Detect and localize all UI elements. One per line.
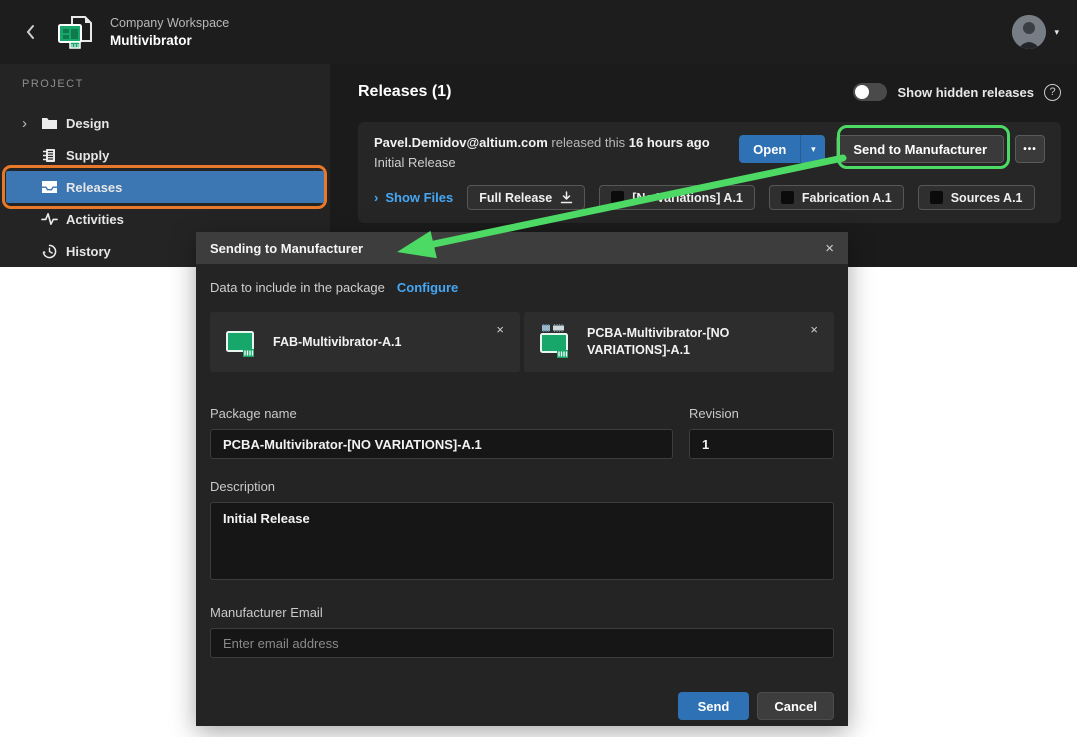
release-time: 16 hours ago	[629, 135, 710, 150]
release-card-header: Pavel.Demidov@altium.com released this 1…	[374, 135, 1045, 170]
user-avatar[interactable]	[1012, 15, 1046, 49]
package-cards: FAB-Multivibrator-A.1 ×	[210, 312, 834, 372]
release-files-row: › Show Files Full Release [No Variations…	[374, 185, 1045, 210]
sidebar-item-activities[interactable]: Activities	[0, 203, 330, 235]
send-to-manufacturer-button[interactable]: Send to Manufacturer	[836, 135, 1004, 163]
open-dropdown-button[interactable]: ▾	[800, 135, 825, 163]
release-meta: Pavel.Demidov@altium.com released this 1…	[374, 135, 739, 170]
release-actions: Open ▾ Send to Manufacturer •••	[739, 135, 1045, 163]
close-icon[interactable]: ×	[825, 240, 834, 257]
sidebar-item-releases[interactable]: Releases	[6, 171, 324, 203]
download-icon	[560, 191, 573, 204]
sidebar-item-label: Design	[66, 116, 109, 131]
show-files-link[interactable]: › Show Files	[374, 190, 453, 205]
sidebar-section-label: PROJECT	[0, 78, 330, 94]
chip-icon	[40, 147, 58, 163]
configure-link[interactable]: Configure	[397, 280, 458, 295]
sidebar-item-label: Activities	[66, 212, 124, 227]
page-title: Releases (1)	[358, 83, 451, 101]
open-split-button: Open ▾	[739, 135, 825, 163]
avatar-caret-icon[interactable]: ▾	[1054, 27, 1059, 38]
remove-fab-package-icon[interactable]: ×	[496, 322, 504, 337]
sidebar-item-supply[interactable]: Supply	[0, 139, 330, 171]
package-name-field-group: Package name	[210, 372, 673, 459]
toggle-knob	[855, 85, 869, 99]
full-release-label: Full Release	[479, 191, 552, 205]
release-file-chips: Full Release [No Variations] A.1 Fabrica…	[467, 185, 1034, 210]
dialog-title: Sending to Manufacturer	[210, 241, 825, 256]
inbox-icon	[40, 179, 58, 195]
sources-label: Sources A.1	[951, 191, 1023, 205]
show-hidden-toggle[interactable]	[853, 83, 887, 101]
full-release-chip[interactable]: Full Release	[467, 185, 585, 210]
chevron-right-icon: ›	[374, 190, 378, 205]
cancel-button[interactable]: Cancel	[757, 692, 834, 720]
back-button[interactable]	[18, 20, 42, 44]
data-include-row: Data to include in the package Configure	[210, 280, 834, 295]
no-variations-chip[interactable]: [No Variations] A.1	[599, 185, 755, 210]
release-byline-text: released this	[551, 135, 625, 150]
fabrication-chip[interactable]: Fabrication A.1	[769, 185, 904, 210]
pcba-package-card: PCBA-Multivibrator-[NO VARIATIONS]-A.1 ×	[524, 312, 834, 372]
help-icon[interactable]: ?	[1044, 84, 1061, 101]
description-label: Description	[210, 479, 834, 494]
manufacturer-email-input[interactable]	[210, 628, 834, 658]
pcba-board-icon	[538, 324, 574, 360]
screenshot-stage: Company Workspace Multivibrator ▾ PROJEC…	[0, 0, 1077, 737]
open-button[interactable]: Open	[739, 135, 800, 163]
revision-label: Revision	[689, 406, 834, 421]
release-description: Initial Release	[374, 155, 739, 170]
manufacturer-email-label: Manufacturer Email	[210, 605, 834, 620]
board-icon	[930, 191, 943, 204]
fab-package-name: FAB-Multivibrator-A.1	[273, 334, 435, 351]
board-icon	[611, 191, 624, 204]
release-author: Pavel.Demidov@altium.com	[374, 135, 548, 150]
app-window: Company Workspace Multivibrator ▾ PROJEC…	[0, 0, 1077, 267]
board-icon	[781, 191, 794, 204]
package-name-label: Package name	[210, 406, 673, 421]
activity-icon	[40, 211, 58, 227]
fab-package-card: FAB-Multivibrator-A.1 ×	[210, 312, 520, 372]
fab-board-icon	[224, 324, 260, 360]
dialog-footer: Send Cancel	[210, 692, 834, 720]
sources-chip[interactable]: Sources A.1	[918, 185, 1035, 210]
more-actions-button[interactable]: •••	[1015, 135, 1045, 163]
expand-chevron-icon[interactable]: ›	[22, 115, 40, 132]
fabrication-label: Fabrication A.1	[802, 191, 892, 205]
history-clock-icon	[40, 243, 58, 259]
project-icon	[56, 13, 96, 51]
dialog-header: Sending to Manufacturer ×	[196, 232, 848, 264]
page-header: Releases (1) Show hidden releases ?	[358, 80, 1061, 104]
name-revision-row: Package name Revision	[210, 372, 834, 459]
package-name-input[interactable]	[210, 429, 673, 459]
remove-pcba-package-icon[interactable]: ×	[810, 322, 818, 337]
send-button[interactable]: Send	[678, 692, 750, 720]
sidebar-item-design[interactable]: › Design	[0, 107, 330, 139]
hidden-releases-control: Show hidden releases ?	[853, 83, 1061, 101]
pcba-package-name: PCBA-Multivibrator-[NO VARIATIONS]-A.1	[587, 325, 820, 359]
release-card: Pavel.Demidov@altium.com released this 1…	[358, 122, 1061, 223]
chevron-left-icon	[25, 24, 35, 40]
workspace-name: Company Workspace	[110, 15, 229, 32]
dialog-body: Data to include in the package Configure…	[196, 264, 848, 720]
sending-to-manufacturer-dialog: Sending to Manufacturer × Data to includ…	[196, 232, 848, 726]
sidebar-item-label: Releases	[66, 180, 122, 195]
top-bar: Company Workspace Multivibrator ▾	[0, 0, 1077, 64]
show-files-label: Show Files	[385, 190, 453, 205]
description-textarea[interactable]: Initial Release	[210, 502, 834, 580]
revision-field-group: Revision	[689, 372, 834, 459]
no-variations-label: [No Variations] A.1	[632, 191, 743, 205]
project-name: Multivibrator	[110, 32, 229, 50]
workspace-project-title: Company Workspace Multivibrator	[110, 15, 229, 50]
data-include-label: Data to include in the package	[210, 280, 385, 295]
sidebar-item-label: Supply	[66, 148, 109, 163]
folder-icon	[40, 115, 58, 131]
toggle-label: Show hidden releases	[897, 85, 1034, 100]
revision-input[interactable]	[689, 429, 834, 459]
release-byline: Pavel.Demidov@altium.com released this 1…	[374, 135, 739, 150]
sidebar-item-label: History	[66, 244, 111, 259]
